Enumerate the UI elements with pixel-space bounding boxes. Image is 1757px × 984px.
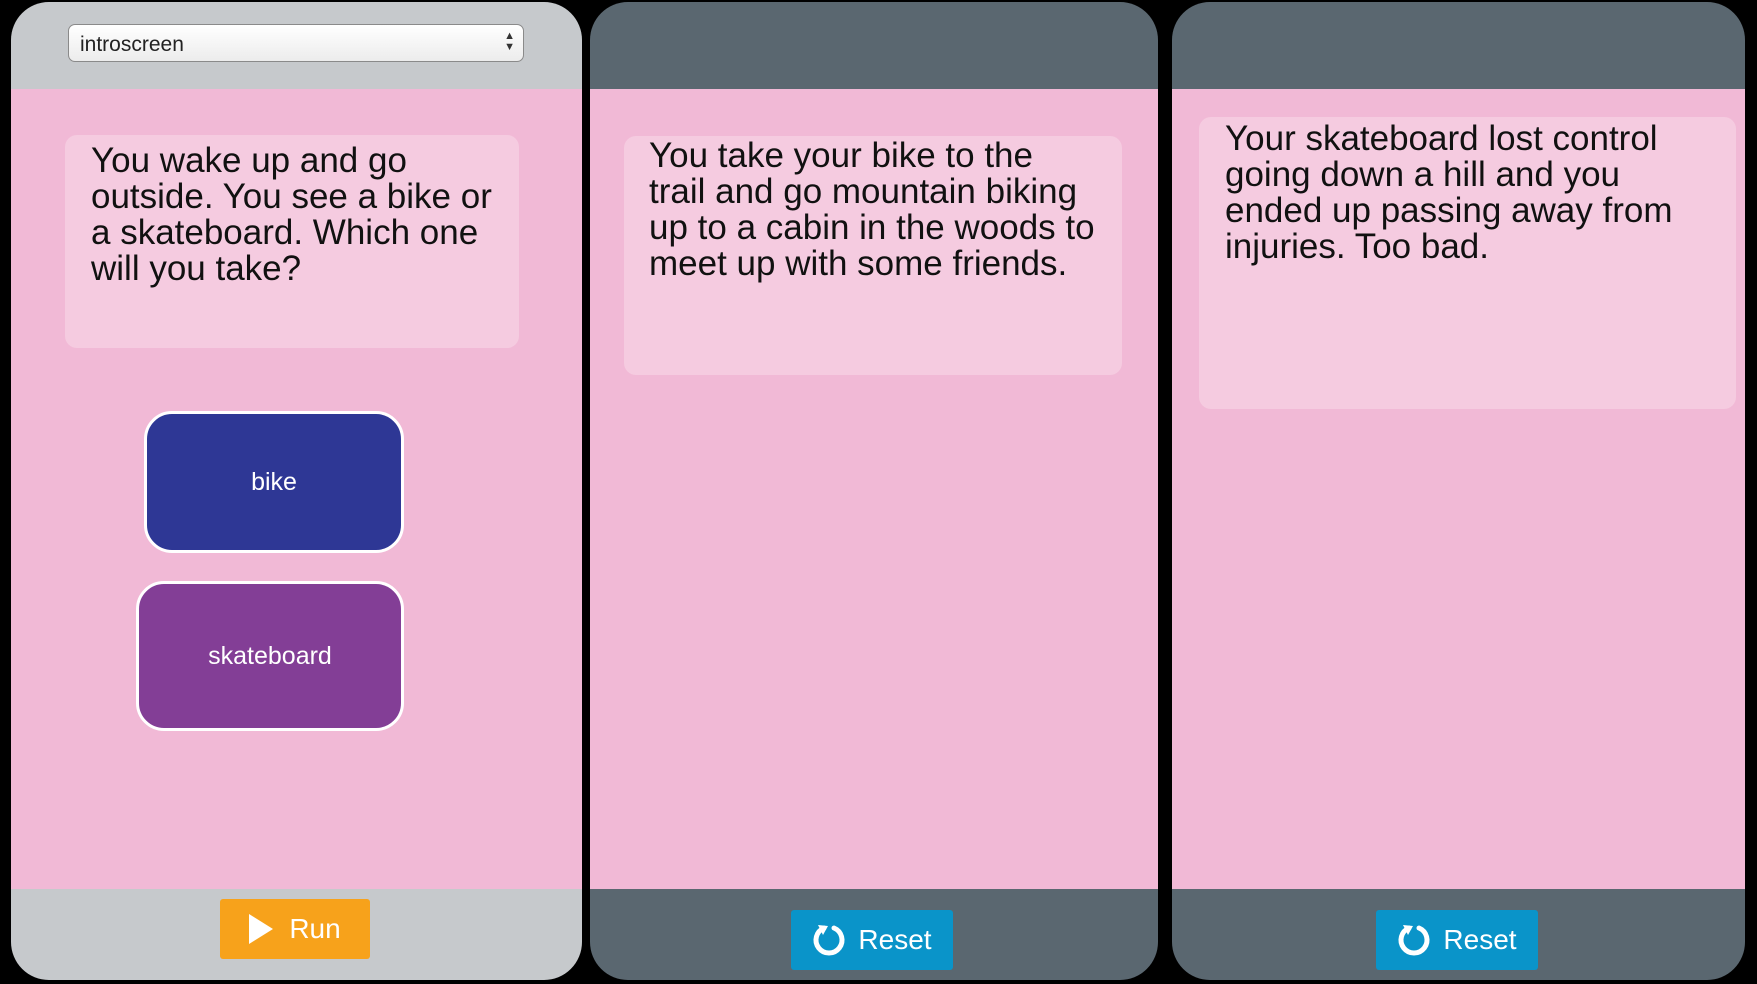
bike-button-label: bike xyxy=(251,467,297,496)
reset-button[interactable]: Reset xyxy=(1376,910,1538,970)
story-text-box: You wake up and go outside. You see a bi… xyxy=(65,135,519,348)
skateboard-button[interactable]: skateboard xyxy=(136,581,404,731)
phone-frame-introscreen: introscreen ▲ ▼ You wake up and go outsid… xyxy=(11,2,582,980)
top-bar xyxy=(590,2,1158,89)
play-icon xyxy=(249,914,274,944)
bottom-bar: Reset xyxy=(590,889,1158,980)
screen-select-dropdown[interactable]: introscreen ▲ ▼ xyxy=(68,24,524,62)
story-text: Your skateboard lost control going down … xyxy=(1225,119,1673,266)
reset-icon xyxy=(1397,923,1431,957)
story-text-box: You take your bike to the trail and go m… xyxy=(624,136,1122,375)
reset-icon xyxy=(812,923,846,957)
bottom-bar: Reset xyxy=(1172,889,1745,980)
reset-label: Reset xyxy=(858,924,932,955)
bike-button[interactable]: bike xyxy=(144,411,404,553)
run-button[interactable]: Run xyxy=(220,899,370,959)
top-bar: introscreen ▲ ▼ xyxy=(11,2,582,89)
screen-select-value: introscreen xyxy=(80,33,184,56)
top-bar xyxy=(1172,2,1745,89)
app-screen: Your skateboard lost control going down … xyxy=(1172,89,1745,889)
phone-frame-skateboard-result: Your skateboard lost control going down … xyxy=(1172,2,1745,980)
up-down-arrows-icon: ▲ ▼ xyxy=(504,30,515,53)
reset-label: Reset xyxy=(1443,924,1517,955)
story-text: You take your bike to the trail and go m… xyxy=(649,136,1095,283)
bottom-bar: Run xyxy=(11,889,582,980)
phone-frame-bike-result: You take your bike to the trail and go m… xyxy=(590,2,1158,980)
skateboard-button-label: skateboard xyxy=(208,641,332,670)
app-screen: You take your bike to the trail and go m… xyxy=(590,89,1158,889)
story-text-box: Your skateboard lost control going down … xyxy=(1199,117,1736,409)
app-screen: You wake up and go outside. You see a bi… xyxy=(11,89,582,889)
story-text: You wake up and go outside. You see a bi… xyxy=(91,141,492,288)
reset-button[interactable]: Reset xyxy=(791,910,953,970)
run-label: Run xyxy=(289,913,341,944)
